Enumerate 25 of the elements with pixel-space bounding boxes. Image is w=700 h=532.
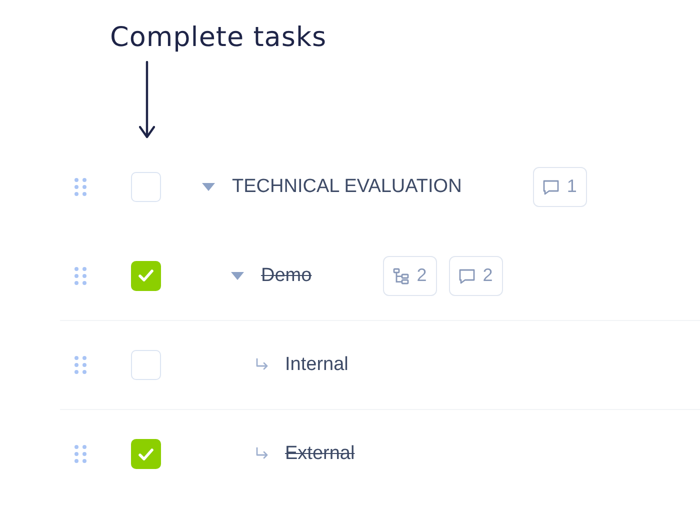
drag-handle-icon[interactable] <box>74 444 87 464</box>
caret-icon[interactable] <box>202 182 215 190</box>
comment-count-badge[interactable]: 2 <box>448 256 503 296</box>
drag-handle-icon[interactable] <box>74 266 87 286</box>
drag-handle-icon[interactable] <box>74 355 87 375</box>
caret-icon[interactable] <box>231 272 244 280</box>
comment-icon <box>542 178 560 196</box>
drag-handle-icon[interactable] <box>74 176 87 196</box>
check-icon <box>138 448 154 460</box>
comment-count-badge[interactable]: 1 <box>532 166 587 206</box>
subtask-count-badge[interactable]: 2 <box>382 256 437 296</box>
comment-icon <box>458 266 476 284</box>
subtask-arrow-icon <box>255 358 269 372</box>
checkbox[interactable] <box>131 350 161 380</box>
hierarchy-icon <box>392 266 410 284</box>
task-title: Demo <box>261 264 312 286</box>
checkbox[interactable] <box>131 260 161 290</box>
check-icon <box>138 269 154 282</box>
checkbox[interactable] <box>131 172 161 202</box>
subtask-arrow-icon <box>255 447 269 461</box>
task-title: External <box>285 443 355 465</box>
annotation-text: Complete tasks <box>110 22 327 53</box>
checkbox[interactable] <box>131 439 161 469</box>
task-title: TECHNICAL EVALUATION <box>232 176 462 198</box>
task-title: Internal <box>285 354 348 376</box>
